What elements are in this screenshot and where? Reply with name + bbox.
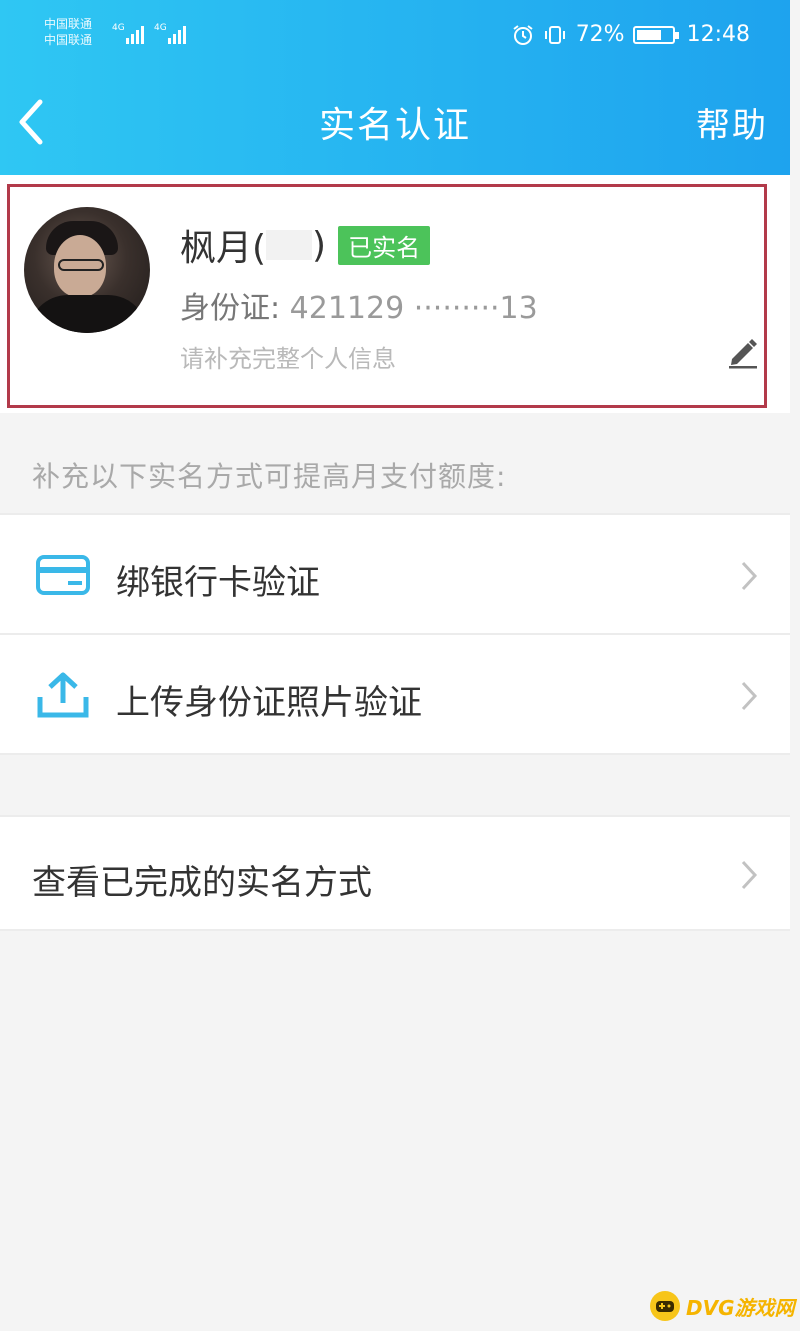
alarm-icon bbox=[512, 24, 534, 46]
battery-percent: 72% bbox=[575, 22, 625, 47]
pencil-icon[interactable] bbox=[726, 335, 760, 369]
profile-hint: 请补充完整个人信息 bbox=[180, 345, 396, 373]
chevron-right-icon bbox=[741, 681, 758, 711]
list-item-bank-card[interactable]: 绑银行卡验证 bbox=[0, 513, 790, 635]
list-item-label: 查看已完成的实名方式 bbox=[32, 863, 372, 903]
avatar[interactable] bbox=[24, 207, 150, 333]
signal-icon: 4G 4G bbox=[112, 23, 186, 44]
carrier-2: 中国联通 bbox=[44, 33, 93, 47]
supplement-hint: 补充以下实名方式可提高月支付额度: bbox=[32, 460, 507, 493]
user-name: 枫月( bbox=[180, 228, 267, 269]
carrier-1: 中国联通 bbox=[44, 17, 93, 31]
vibrate-icon bbox=[544, 24, 566, 46]
list-item-label: 上传身份证照片验证 bbox=[116, 683, 422, 723]
page-title: 实名认证 bbox=[318, 105, 471, 146]
clock: 12:48 bbox=[686, 22, 750, 47]
watermark: DVG游戏网 bbox=[650, 1291, 795, 1321]
name-row: 枫月( ) 已实名 bbox=[180, 219, 431, 271]
user-name-suffix: ) bbox=[312, 224, 327, 266]
list-item-completed-methods[interactable]: 查看已完成的实名方式 bbox=[0, 815, 790, 931]
chevron-right-icon bbox=[741, 561, 758, 591]
name-redacted bbox=[266, 230, 313, 260]
network-label-1: 4G bbox=[112, 23, 125, 33]
app-header: 中国联通 中国联通 4G 4G 72% 12:48 实名认证 帮助 bbox=[0, 0, 790, 175]
carrier-labels: 中国联通 中国联通 bbox=[44, 16, 92, 48]
help-button[interactable]: 帮助 bbox=[696, 98, 768, 147]
profile-card[interactable]: 枫月( ) 已实名 身份证: 421129 ·········13 请补充完整个… bbox=[0, 175, 790, 413]
status-right: 72% 12:48 bbox=[512, 22, 750, 47]
id-card-row: 身份证: 421129 ·········13 bbox=[180, 283, 538, 327]
status-bar: 中国联通 中国联通 4G 4G 72% 12:48 bbox=[0, 0, 790, 70]
watermark-text: DVG游戏网 bbox=[686, 1295, 795, 1320]
chevron-right-icon bbox=[741, 860, 758, 890]
gamepad-icon bbox=[650, 1291, 680, 1321]
list-item-upload-id[interactable]: 上传身份证照片验证 bbox=[0, 633, 790, 755]
bank-card-icon bbox=[36, 555, 90, 595]
battery-icon bbox=[632, 25, 679, 44]
list-item-label: 绑银行卡验证 bbox=[116, 563, 320, 603]
network-label-2: 4G bbox=[154, 23, 167, 33]
verified-badge: 已实名 bbox=[338, 225, 431, 265]
id-card-number: 421129 ·········13 bbox=[289, 291, 538, 326]
upload-icon bbox=[37, 672, 89, 718]
id-card-label: 身份证: bbox=[180, 291, 290, 326]
